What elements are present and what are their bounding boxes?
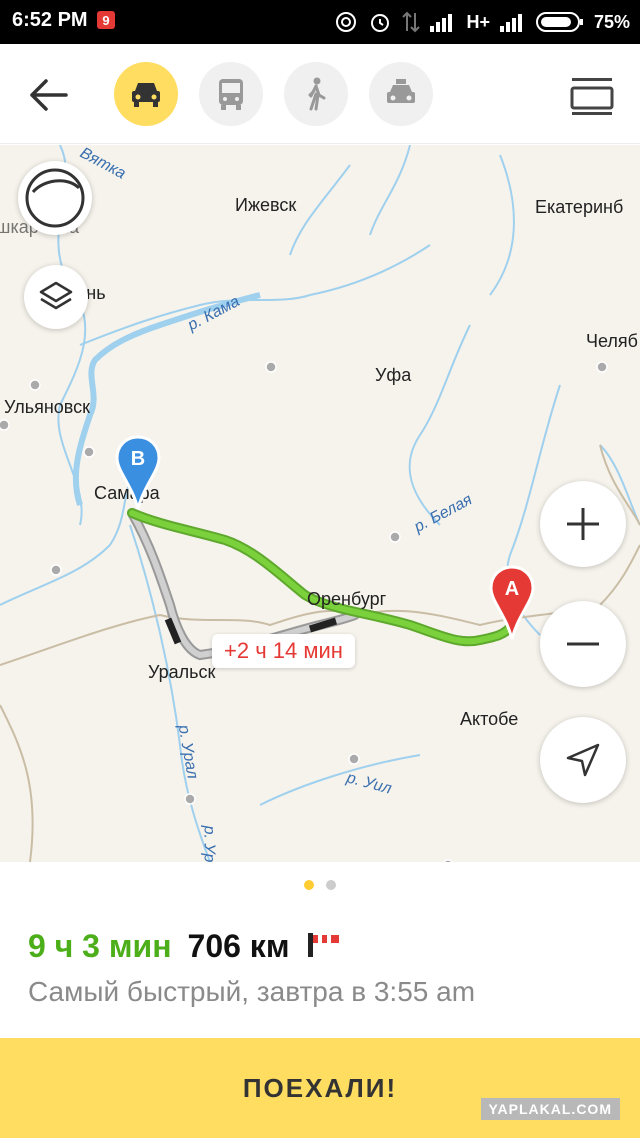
zoom-out-button[interactable] — [540, 601, 626, 687]
status-bar: 6:52 PM 9 H+ 75% — [0, 0, 640, 44]
route-summary-panel[interactable]: 9 ч 3 мин 706 км Самый быстрый, завтра в… — [0, 862, 640, 1038]
city-label-chelyabinsk: Челяб — [586, 331, 638, 351]
route-info: 9 ч 3 мин 706 км — [28, 928, 341, 965]
navigation-arrow-icon — [566, 743, 600, 777]
svg-text:9: 9 — [102, 13, 109, 28]
signal-icon-2 — [499, 12, 526, 32]
route-subtitle: Самый быстрый, завтра в 3:55 am — [28, 976, 476, 1007]
layers-button[interactable] — [24, 265, 88, 329]
city-label-ulyanovsk: Ульяновск — [4, 397, 91, 417]
data-transfer-icon — [402, 10, 421, 34]
walk-mode-button[interactable] — [284, 62, 348, 126]
status-icons: H+ 75% — [334, 8, 630, 36]
car-icon — [132, 83, 160, 107]
pager-dot-1[interactable] — [304, 880, 314, 890]
city-label-uralsk: Уральск — [148, 662, 216, 682]
start-point-pin[interactable]: A — [488, 565, 536, 643]
minus-icon — [567, 642, 599, 646]
city-label-ekaterinburg: Екатеринб — [535, 197, 624, 217]
battery-icon — [535, 11, 584, 33]
bus-icon — [219, 79, 243, 110]
notification-icon: 9 — [96, 10, 116, 30]
walk-icon — [308, 77, 326, 111]
watermark: YAPLAKAL.COM — [480, 1098, 620, 1120]
map-view[interactable]: Ижевск Екатеринб шкар-Ола зань Челяб Уфа… — [0, 145, 640, 862]
list-icon — [570, 78, 614, 115]
route-pager — [0, 880, 640, 890]
alarm-icon — [368, 10, 392, 34]
toll-road-icon — [305, 929, 341, 964]
status-time: 6:52 PM — [12, 9, 88, 31]
compass-button[interactable] — [18, 161, 92, 235]
compass-icon — [25, 168, 85, 228]
bus-mode-button[interactable] — [199, 62, 263, 126]
city-label-izhevsk: Ижевск — [235, 195, 297, 215]
hotspot-icon — [334, 10, 358, 34]
pager-dot-2[interactable] — [326, 880, 336, 890]
taxi-icon — [387, 79, 415, 103]
route-list-button[interactable] — [568, 74, 616, 116]
car-mode-button[interactable] — [114, 62, 178, 126]
end-pin-label: B — [131, 448, 145, 470]
back-button[interactable] — [22, 70, 74, 120]
river-label-ural-2: р. Ур — [200, 825, 218, 862]
start-pin-label: A — [505, 578, 519, 600]
city-label-ufa: Уфа — [375, 365, 412, 385]
start-navigation-button[interactable]: ПОЕХАЛИ! — [0, 1038, 640, 1138]
my-location-button[interactable] — [540, 717, 626, 803]
city-label-orenburg: Оренбург — [307, 589, 387, 609]
plus-icon — [567, 508, 599, 540]
route-duration: 9 ч 3 мин — [28, 928, 172, 964]
transport-toolbar — [0, 44, 640, 144]
route-distance: 706 км — [187, 928, 290, 964]
taxi-mode-button[interactable] — [369, 62, 433, 126]
battery-level: 75% — [593, 11, 630, 32]
layers-icon — [39, 281, 73, 310]
network-type: H+ — [466, 11, 490, 32]
city-label-aktobe: Актобе — [460, 709, 519, 729]
end-point-pin[interactable]: B — [114, 435, 162, 513]
signal-icon — [430, 12, 456, 32]
alternative-route-delay-badge[interactable]: +2 ч 14 мин — [212, 634, 355, 668]
zoom-in-button[interactable] — [540, 481, 626, 567]
